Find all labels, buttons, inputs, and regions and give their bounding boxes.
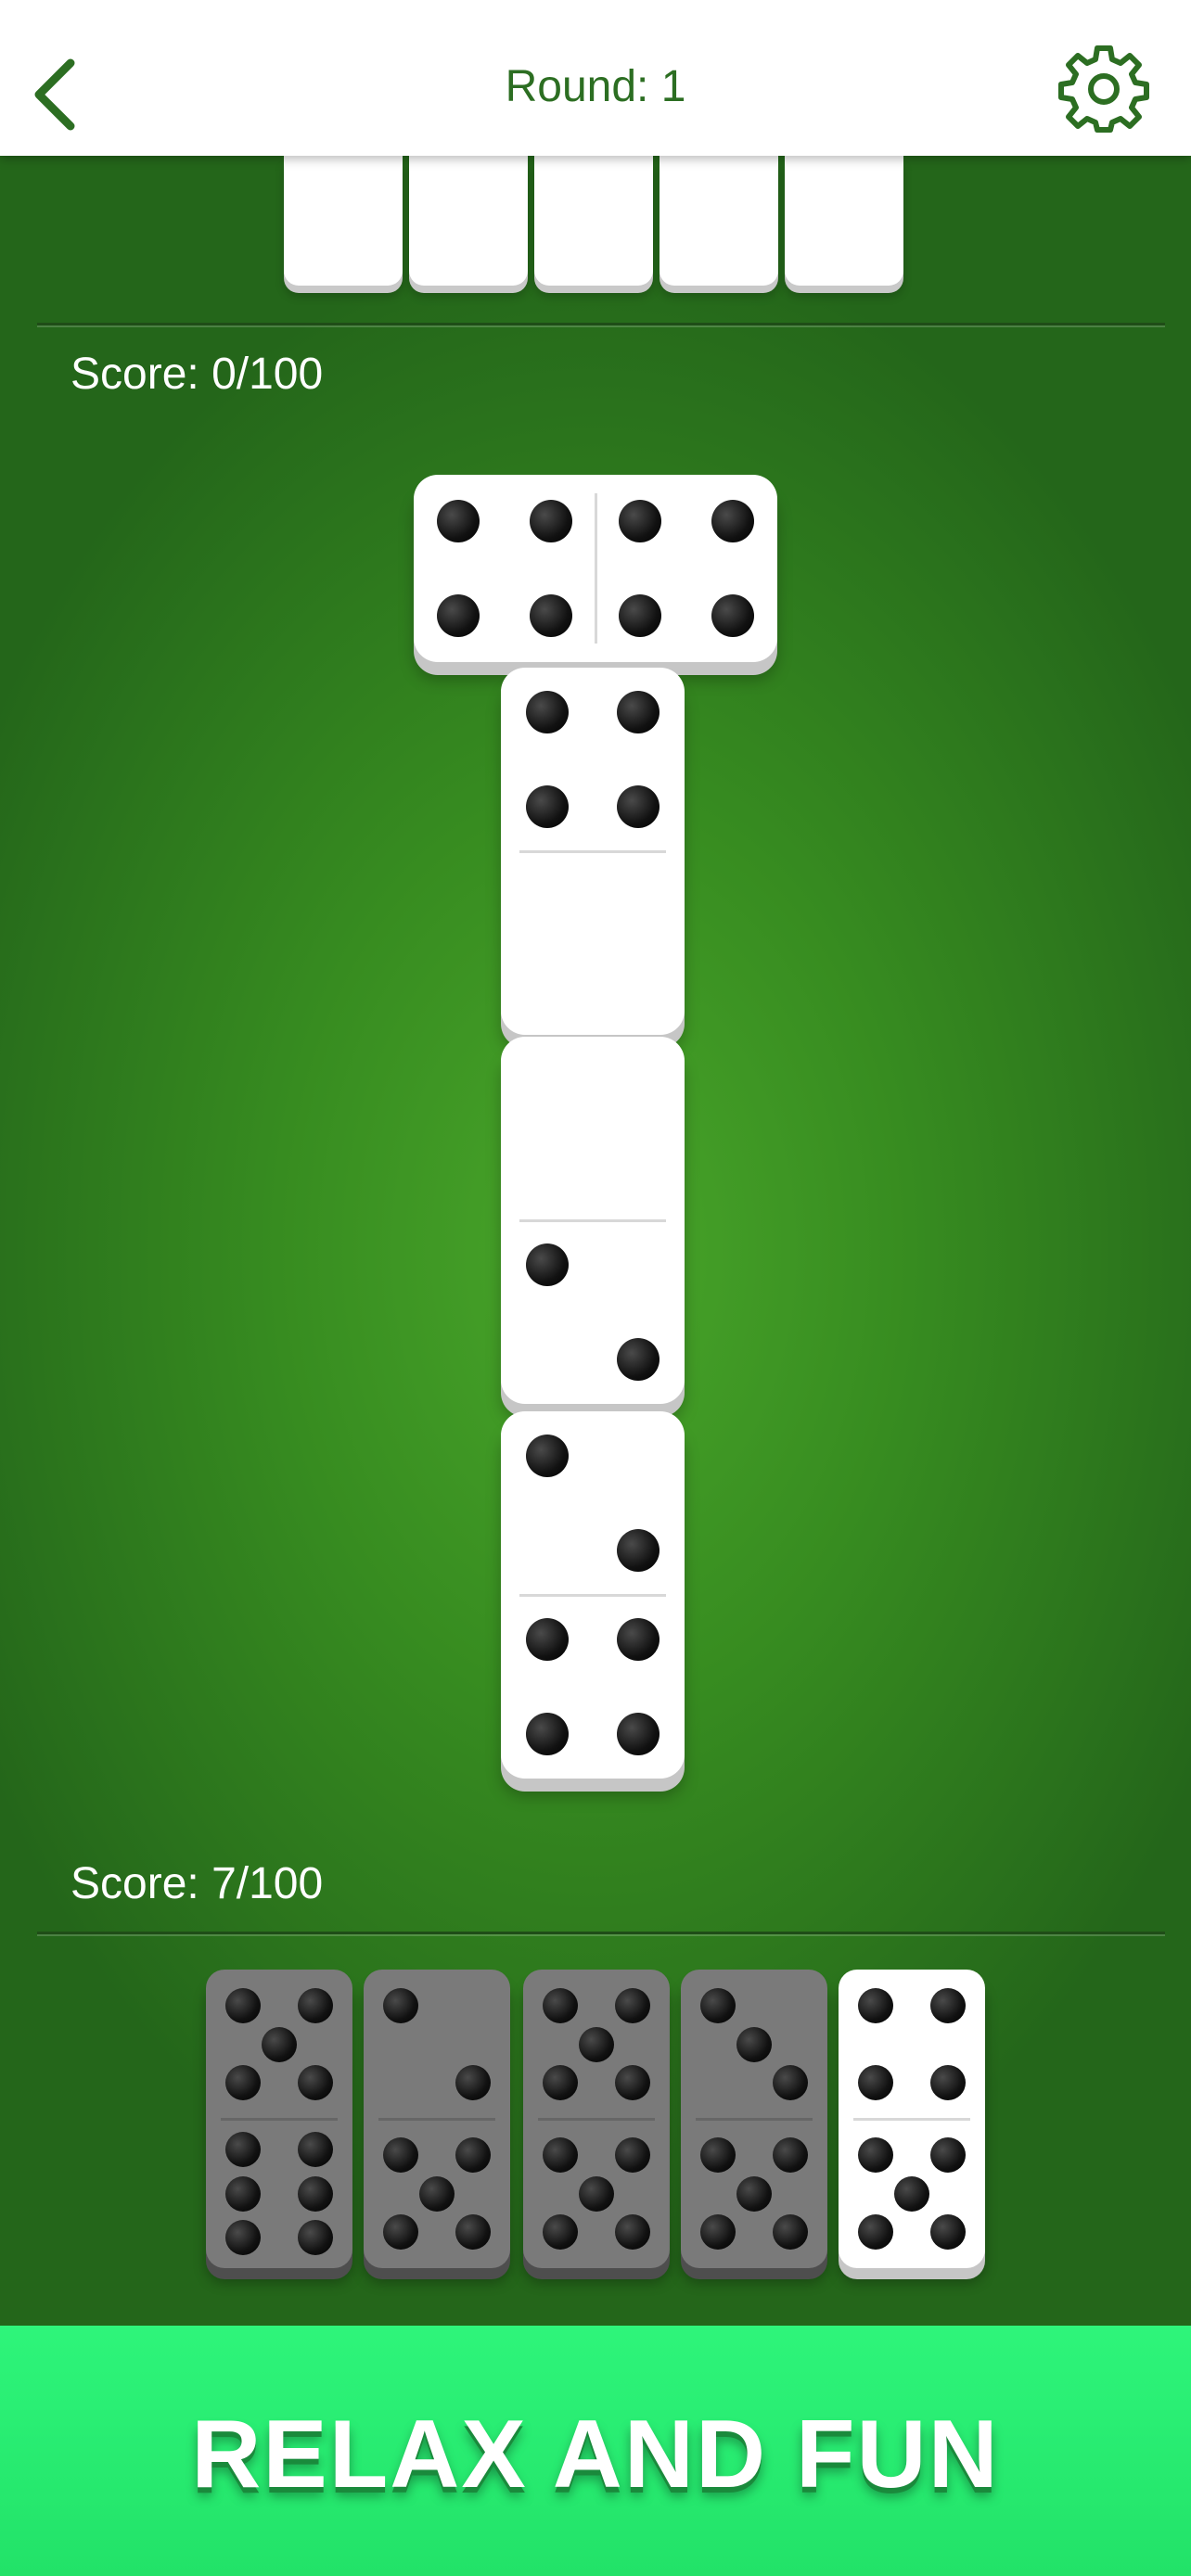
- hand-domino[interactable]: [839, 1970, 985, 2268]
- board-domino: [501, 1037, 685, 1404]
- opponent-tile-back: [284, 156, 403, 286]
- domino-divider: [538, 2118, 655, 2121]
- domino-divider: [519, 1219, 666, 1222]
- pip: [526, 691, 570, 733]
- pip: [616, 691, 660, 733]
- pip: [225, 2220, 261, 2256]
- pip: [530, 500, 573, 542]
- hand-domino[interactable]: [206, 1970, 352, 2268]
- pip: [930, 2064, 966, 2100]
- board-domino: [501, 1411, 685, 1779]
- pip: [225, 1988, 261, 2024]
- top-bar: Round: 1: [0, 0, 1191, 156]
- opponent-score: Score: 0/100: [70, 350, 324, 399]
- pip: [526, 1618, 570, 1661]
- pip: [543, 2213, 578, 2250]
- pip: [543, 1988, 578, 2024]
- gear-icon[interactable]: [1057, 41, 1150, 134]
- pip: [858, 1988, 893, 2024]
- player-divider: [37, 1932, 1165, 1934]
- pip: [298, 2175, 333, 2212]
- pip: [894, 2175, 929, 2212]
- pip: [298, 2131, 333, 2167]
- pip: [383, 1988, 418, 2024]
- pip: [298, 2064, 333, 2100]
- pip: [526, 1243, 570, 1286]
- pip: [298, 2220, 333, 2256]
- pip: [615, 2213, 650, 2250]
- pip: [579, 2175, 614, 2212]
- banner-text: RELAX AND FUN: [191, 2401, 1000, 2508]
- pip: [615, 2137, 650, 2174]
- pip: [773, 2137, 808, 2174]
- pip: [383, 2213, 418, 2250]
- domino-divider: [519, 850, 666, 853]
- opponent-divider: [37, 323, 1165, 325]
- pip: [858, 2137, 893, 2174]
- pip: [455, 2213, 491, 2250]
- pip: [526, 1713, 570, 1755]
- player-score: Score: 7/100: [70, 1859, 324, 1908]
- pip: [455, 2137, 491, 2174]
- pip: [436, 594, 480, 637]
- pip: [618, 594, 661, 637]
- hand-domino[interactable]: [681, 1970, 827, 2268]
- pip: [711, 500, 755, 542]
- pip: [615, 2064, 650, 2100]
- pip: [225, 2131, 261, 2167]
- pip: [618, 500, 661, 542]
- promo-banner: RELAX AND FUN: [0, 2326, 1191, 2576]
- domino-divider: [378, 2118, 495, 2121]
- pip: [736, 2026, 772, 2062]
- pip: [526, 1435, 570, 1477]
- pip: [930, 1988, 966, 2024]
- pip: [543, 2137, 578, 2174]
- pip: [526, 785, 570, 828]
- pip: [736, 2175, 772, 2212]
- pip: [700, 1988, 736, 2024]
- domino-divider: [696, 2118, 813, 2121]
- domino-divider: [595, 493, 597, 644]
- opponent-tile-back: [534, 156, 653, 286]
- pip: [773, 2064, 808, 2100]
- pip: [616, 1713, 660, 1755]
- opponent-tile-back: [785, 156, 903, 286]
- pip: [616, 785, 660, 828]
- pip: [858, 2064, 893, 2100]
- pip: [700, 2137, 736, 2174]
- pip: [616, 1618, 660, 1661]
- pip: [930, 2137, 966, 2174]
- pip: [530, 594, 573, 637]
- hand-domino[interactable]: [523, 1970, 670, 2268]
- round-label: Round: 1: [505, 62, 686, 111]
- pip: [616, 1338, 660, 1381]
- pip: [262, 2026, 297, 2062]
- pip: [383, 2137, 418, 2174]
- pip: [773, 2213, 808, 2250]
- hand-domino[interactable]: [364, 1970, 510, 2268]
- opponent-tile-back: [409, 156, 528, 286]
- pip: [225, 2175, 261, 2212]
- opponent-tile-back: [660, 156, 778, 286]
- board-domino: [501, 668, 685, 1035]
- board-domino: [414, 475, 777, 662]
- pip: [225, 2064, 261, 2100]
- pip: [615, 1988, 650, 2024]
- domino-divider: [519, 1594, 666, 1597]
- pip: [543, 2064, 578, 2100]
- pip: [711, 594, 755, 637]
- pip: [455, 2064, 491, 2100]
- pip: [298, 1988, 333, 2024]
- domino-divider: [221, 2118, 338, 2121]
- domino-divider: [853, 2118, 970, 2121]
- pip: [700, 2213, 736, 2250]
- pip: [436, 500, 480, 542]
- pip: [616, 1529, 660, 1572]
- pip: [419, 2175, 455, 2212]
- pip: [858, 2213, 893, 2250]
- pip: [579, 2026, 614, 2062]
- pip: [930, 2213, 966, 2250]
